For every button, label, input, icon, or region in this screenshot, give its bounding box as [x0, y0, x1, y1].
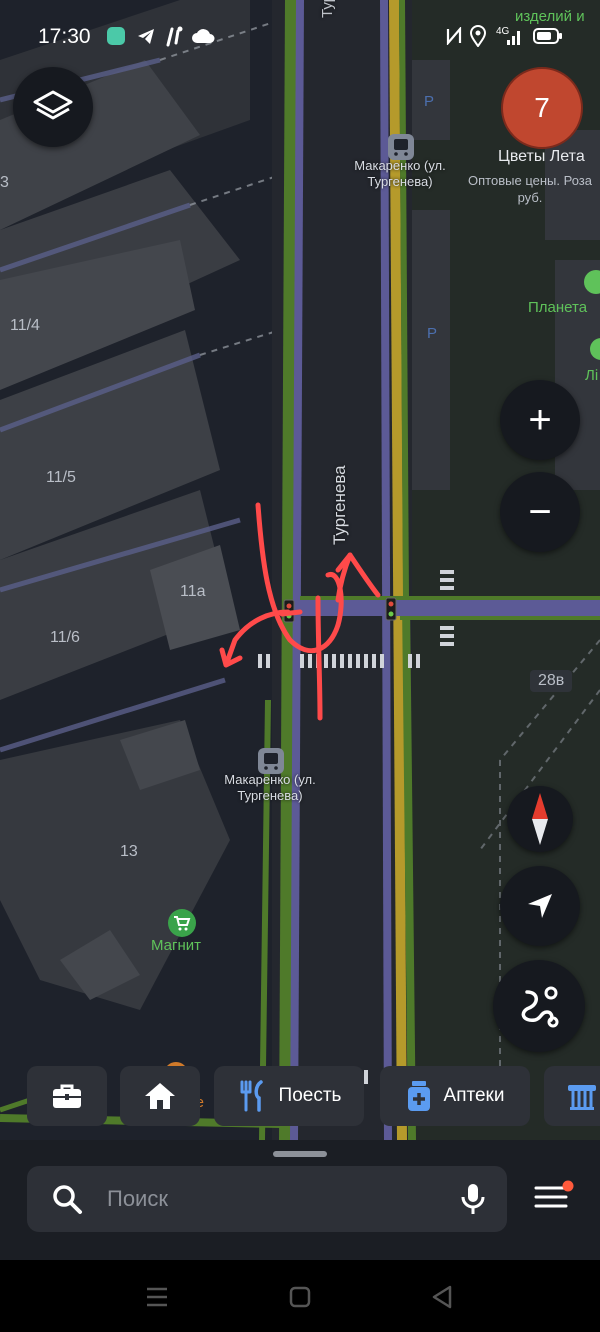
- battery-icon: [533, 28, 562, 44]
- sheet-drag-handle[interactable]: [273, 1151, 327, 1157]
- layers-button[interactable]: [13, 67, 93, 147]
- system-nav-bar: [0, 1260, 600, 1332]
- poi-flowers-desc: Оптовые цены. Роза руб.: [468, 173, 592, 205]
- poi-flowers-name[interactable]: Цветы Лета: [498, 148, 585, 166]
- app-icon: [107, 27, 125, 45]
- street-name-label: Тургенева: [330, 465, 349, 545]
- building-number: 3: [0, 174, 9, 191]
- bus-stop-label[interactable]: Макаренко (ул. Тургенева): [210, 772, 330, 804]
- menu-icon: [534, 1180, 574, 1208]
- atm-icon: [568, 1085, 596, 1110]
- poi-magnit[interactable]: Магнит: [151, 937, 201, 954]
- my-location-button[interactable]: [500, 866, 580, 946]
- building-number-badge: 28в: [530, 670, 573, 692]
- recents-icon[interactable]: [145, 1286, 169, 1308]
- poi-cluster-badge[interactable]: 7: [501, 67, 583, 149]
- layers-icon: [33, 90, 73, 120]
- home-nav-icon[interactable]: [289, 1286, 311, 1308]
- cloud-icon: [192, 29, 215, 43]
- building-number: 11/5: [46, 469, 76, 486]
- search-icon: [53, 1185, 82, 1214]
- location-icon: [470, 25, 486, 47]
- navigation-arrow-icon: [528, 894, 552, 918]
- building-number: 11/4: [10, 317, 40, 334]
- building-number: 11/6: [50, 629, 80, 646]
- bus-stop-icon[interactable]: [388, 134, 414, 160]
- status-bar: 17:30 4G: [0, 0, 600, 72]
- nfc-icon: [446, 27, 462, 45]
- cart-icon[interactable]: [168, 909, 196, 937]
- fork-knife-icon: [240, 1080, 263, 1112]
- status-time: 17:30: [38, 25, 91, 48]
- menu-button[interactable]: [530, 1180, 580, 1220]
- bottom-sheet: Поиск: [0, 1140, 600, 1260]
- building-number: 11а: [180, 583, 206, 600]
- notification-icon: [166, 26, 183, 47]
- poi-planeta[interactable]: Планета: [528, 299, 587, 316]
- eat-chip-label: Поесть: [278, 1085, 342, 1106]
- poi-partial-label[interactable]: Лі: [585, 367, 598, 384]
- home-icon: [145, 1083, 175, 1109]
- pharmacy-chip-label: Аптеки: [443, 1085, 505, 1106]
- pharmacy-chip[interactable]: Аптеки: [380, 1066, 530, 1126]
- bus-stop-label[interactable]: Макаренко (ул. Тургенева): [340, 158, 460, 190]
- work-chip[interactable]: [27, 1066, 107, 1126]
- atm-chip[interactable]: [544, 1066, 600, 1126]
- microphone-icon[interactable]: [460, 1182, 486, 1216]
- pharmacy-icon: [407, 1081, 430, 1111]
- home-chip[interactable]: [120, 1066, 200, 1126]
- svg-text:P: P: [427, 325, 437, 342]
- compass-icon: [532, 793, 548, 845]
- bus-stop-icon[interactable]: [258, 748, 284, 774]
- zoom-out-button[interactable]: −: [500, 472, 580, 552]
- back-icon[interactable]: [430, 1284, 454, 1310]
- telegram-icon: [138, 29, 154, 44]
- search-input[interactable]: Поиск: [107, 1186, 168, 1212]
- svg-text:P: P: [424, 93, 434, 110]
- search-bar[interactable]: Поиск: [27, 1166, 507, 1232]
- building-number: 13: [120, 843, 138, 860]
- route-button[interactable]: [493, 960, 585, 1052]
- category-chips: Поесть Аптеки: [0, 1066, 600, 1128]
- signal-icon: [507, 31, 520, 45]
- eat-chip[interactable]: Поесть: [214, 1066, 364, 1126]
- briefcase-icon: [53, 1084, 81, 1108]
- compass-button[interactable]: [507, 786, 573, 852]
- zoom-in-button[interactable]: +: [500, 380, 580, 460]
- route-icon: [521, 986, 559, 1028]
